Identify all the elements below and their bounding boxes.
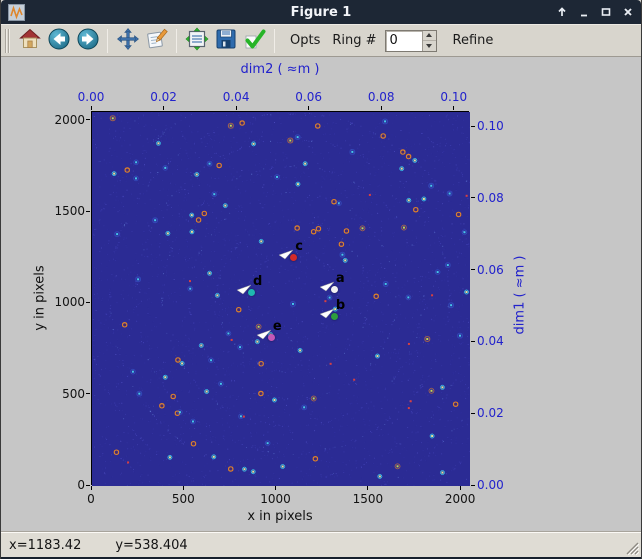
top-axis-label: dim2 ( ≈m ): [240, 62, 320, 77]
close-button[interactable]: [621, 6, 634, 19]
plot-area[interactable]: abcde: [91, 111, 470, 486]
x-tick-label: 500: [171, 492, 195, 506]
ring-number-spinbox[interactable]: 0: [384, 29, 437, 52]
forward-arrow-icon: [76, 27, 100, 55]
toolbar-grip[interactable]: [5, 28, 11, 53]
pan-move-icon: [116, 27, 140, 55]
resize-grip[interactable]: [625, 541, 640, 556]
y-tick: [86, 210, 90, 212]
top-tick: [380, 106, 382, 110]
figure-window: Figure 1 Opts Ring # 0 Refine dim2 (≈m …: [0, 0, 642, 559]
y-tick-label: 2000: [54, 112, 85, 127]
ring-number-label: Ring #: [332, 33, 377, 48]
apply-button[interactable]: [240, 27, 269, 55]
top-tick: [163, 106, 165, 110]
right-tick: [471, 340, 475, 342]
shade-button[interactable]: [555, 6, 568, 19]
right-axis-label: dim1 ( ≈m ): [512, 255, 528, 335]
x-tick: [182, 486, 184, 490]
x-tick: [90, 486, 92, 490]
maximize-button[interactable]: [599, 6, 612, 19]
x-tick: [459, 486, 461, 490]
pan-button[interactable]: [113, 27, 142, 55]
x-tick: [275, 486, 277, 490]
spin-up-button[interactable]: [422, 31, 436, 41]
top-tick: [90, 106, 92, 110]
y-tick: [86, 119, 90, 121]
home-icon: [18, 27, 42, 55]
right-tick: [471, 484, 475, 486]
toolbar-separator: [274, 28, 275, 53]
x-tick-label: 1000: [260, 492, 291, 506]
x-tick-label: 2000: [444, 492, 476, 506]
back-arrow-icon: [47, 27, 71, 55]
ring-number-value: 0: [389, 32, 398, 48]
right-tick-label: 0.06: [477, 262, 504, 277]
y-tick: [86, 484, 90, 486]
statusbar: x=1183.42 y=538.404: [1, 532, 641, 557]
y-tick-label: 0: [77, 478, 85, 492]
spin-up-icon: [426, 33, 433, 38]
right-tick-label: 0.02: [477, 406, 504, 421]
toolbar-separator: [107, 28, 108, 53]
top-tick: [453, 106, 455, 110]
titlebar[interactable]: Figure 1: [1, 0, 641, 24]
forward-button[interactable]: [73, 27, 102, 55]
toolbar: Opts Ring # 0 Refine: [1, 24, 641, 57]
minimize-button[interactable]: [577, 6, 590, 19]
diffraction-image[interactable]: [92, 112, 470, 486]
spin-down-button[interactable]: [423, 41, 436, 51]
y-tick: [86, 393, 90, 395]
x-tick-label: 0: [87, 492, 95, 506]
subplots-grid-icon: [184, 26, 209, 55]
y-tick-label: 1500: [54, 204, 85, 219]
right-tick: [471, 125, 475, 127]
top-tick-label: 0.02: [150, 90, 177, 104]
figure-canvas: dim2 ( ≈m ) 0 500 1000 1500 2000 0 500 1000 1500…: [1, 57, 641, 532]
x-axis-label: x in pixels: [247, 509, 313, 524]
top-tick-label: 0.10: [440, 90, 468, 104]
cursor-y-readout: y=538.404: [115, 537, 188, 553]
top-tick-label: 0.08: [367, 90, 395, 104]
green-check-icon: [243, 27, 267, 55]
spin-down-icon: [426, 43, 433, 48]
customize-button[interactable]: [142, 27, 171, 55]
right-tick-label: 0.00: [477, 478, 504, 492]
y-tick-label: 500: [62, 386, 85, 401]
right-tick-label: 0.10: [477, 119, 504, 134]
back-button[interactable]: [44, 27, 73, 55]
right-tick: [471, 412, 475, 414]
refine-button[interactable]: Refine: [451, 29, 496, 52]
right-tick: [471, 269, 475, 271]
top-tick-label: 0.06: [295, 90, 323, 104]
x-tick: [367, 486, 369, 490]
window-title: Figure 1: [290, 4, 352, 20]
top-tick: [308, 106, 310, 110]
toolbar-separator: [176, 28, 177, 53]
top-tick-label: 0.04: [222, 90, 250, 104]
matplotlib-logo-icon: [8, 3, 25, 21]
edit-pencil-icon: [145, 27, 169, 55]
top-tick: [235, 106, 237, 110]
y-tick-label: 1000: [54, 295, 85, 310]
cursor-x-readout: x=1183.42: [9, 537, 82, 553]
home-button[interactable]: [15, 27, 44, 55]
right-tick-label: 0.08: [477, 190, 504, 205]
x-tick-label: 1500: [352, 492, 384, 506]
right-tick: [471, 197, 475, 199]
y-axis-label: y in pixels: [32, 265, 48, 331]
configure-subplots-button[interactable]: [182, 26, 211, 55]
save-floppy-icon: [214, 27, 238, 55]
top-tick-label: 0.00: [77, 90, 105, 104]
save-button[interactable]: [211, 27, 240, 55]
y-tick: [86, 301, 90, 303]
opts-button[interactable]: Opts: [288, 29, 322, 52]
right-tick-label: 0.04: [477, 334, 504, 349]
